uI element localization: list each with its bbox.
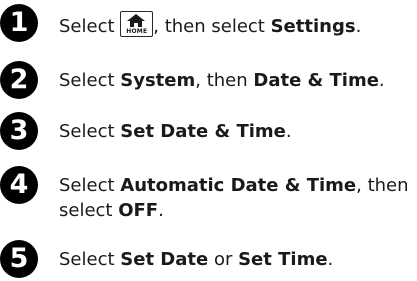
- step-keyword: OFF: [118, 200, 159, 221]
- step-text-lead: Select: [59, 249, 121, 270]
- step-keyword: Set Date & Time: [120, 121, 286, 142]
- step-keyword: Settings: [270, 16, 356, 37]
- step-number-badge: 1: [0, 4, 38, 42]
- step-keyword: Set Time: [238, 249, 328, 270]
- step-text-mid: , then: [195, 70, 254, 91]
- home-icon-label: HOME: [126, 28, 148, 35]
- step-keyword: Set Date: [120, 249, 209, 270]
- step-number-badge: 3: [0, 112, 38, 150]
- step-text-mid: , then select: [153, 16, 271, 37]
- step-text-end: .: [285, 121, 292, 142]
- step-text: Select System, then Date & Time.: [59, 61, 415, 93]
- step-text-lead: Select: [59, 121, 121, 142]
- step-text: Select HOME , then select Settings.: [59, 4, 415, 39]
- step-number-badge: 5: [0, 240, 38, 278]
- step-keyword: Automatic Date & Time: [120, 175, 357, 196]
- step-text-lead: Select: [59, 16, 121, 37]
- home-icon: HOME: [120, 11, 154, 37]
- step-number-badge: 4: [0, 166, 38, 204]
- step-text-lead: Select: [59, 175, 121, 196]
- step-number-badge: 2: [0, 61, 38, 99]
- step-1: 1 Select HOME , then select Settings.: [0, 4, 415, 42]
- step-4: 4 Select Automatic Date & Time, then sel…: [0, 166, 415, 223]
- step-text-lead: Select: [59, 70, 121, 91]
- step-5: 5 Select Set Date or Set Time.: [0, 240, 415, 278]
- step-text-end: .: [158, 200, 164, 221]
- step-text-mid: or: [208, 249, 239, 270]
- step-text-end: .: [355, 16, 362, 37]
- step-text: Select Automatic Date & Time, then selec…: [59, 166, 415, 223]
- step-3: 3 Select Set Date & Time.: [0, 112, 415, 150]
- step-text: Select Set Date or Set Time.: [59, 240, 415, 272]
- step-keyword: Date & Time: [253, 70, 379, 91]
- step-text: Select Set Date & Time.: [59, 112, 415, 144]
- step-text-end: .: [327, 249, 334, 270]
- step-keyword: System: [120, 70, 196, 91]
- step-text-end: .: [378, 70, 385, 91]
- step-2: 2 Select System, then Date & Time.: [0, 61, 415, 99]
